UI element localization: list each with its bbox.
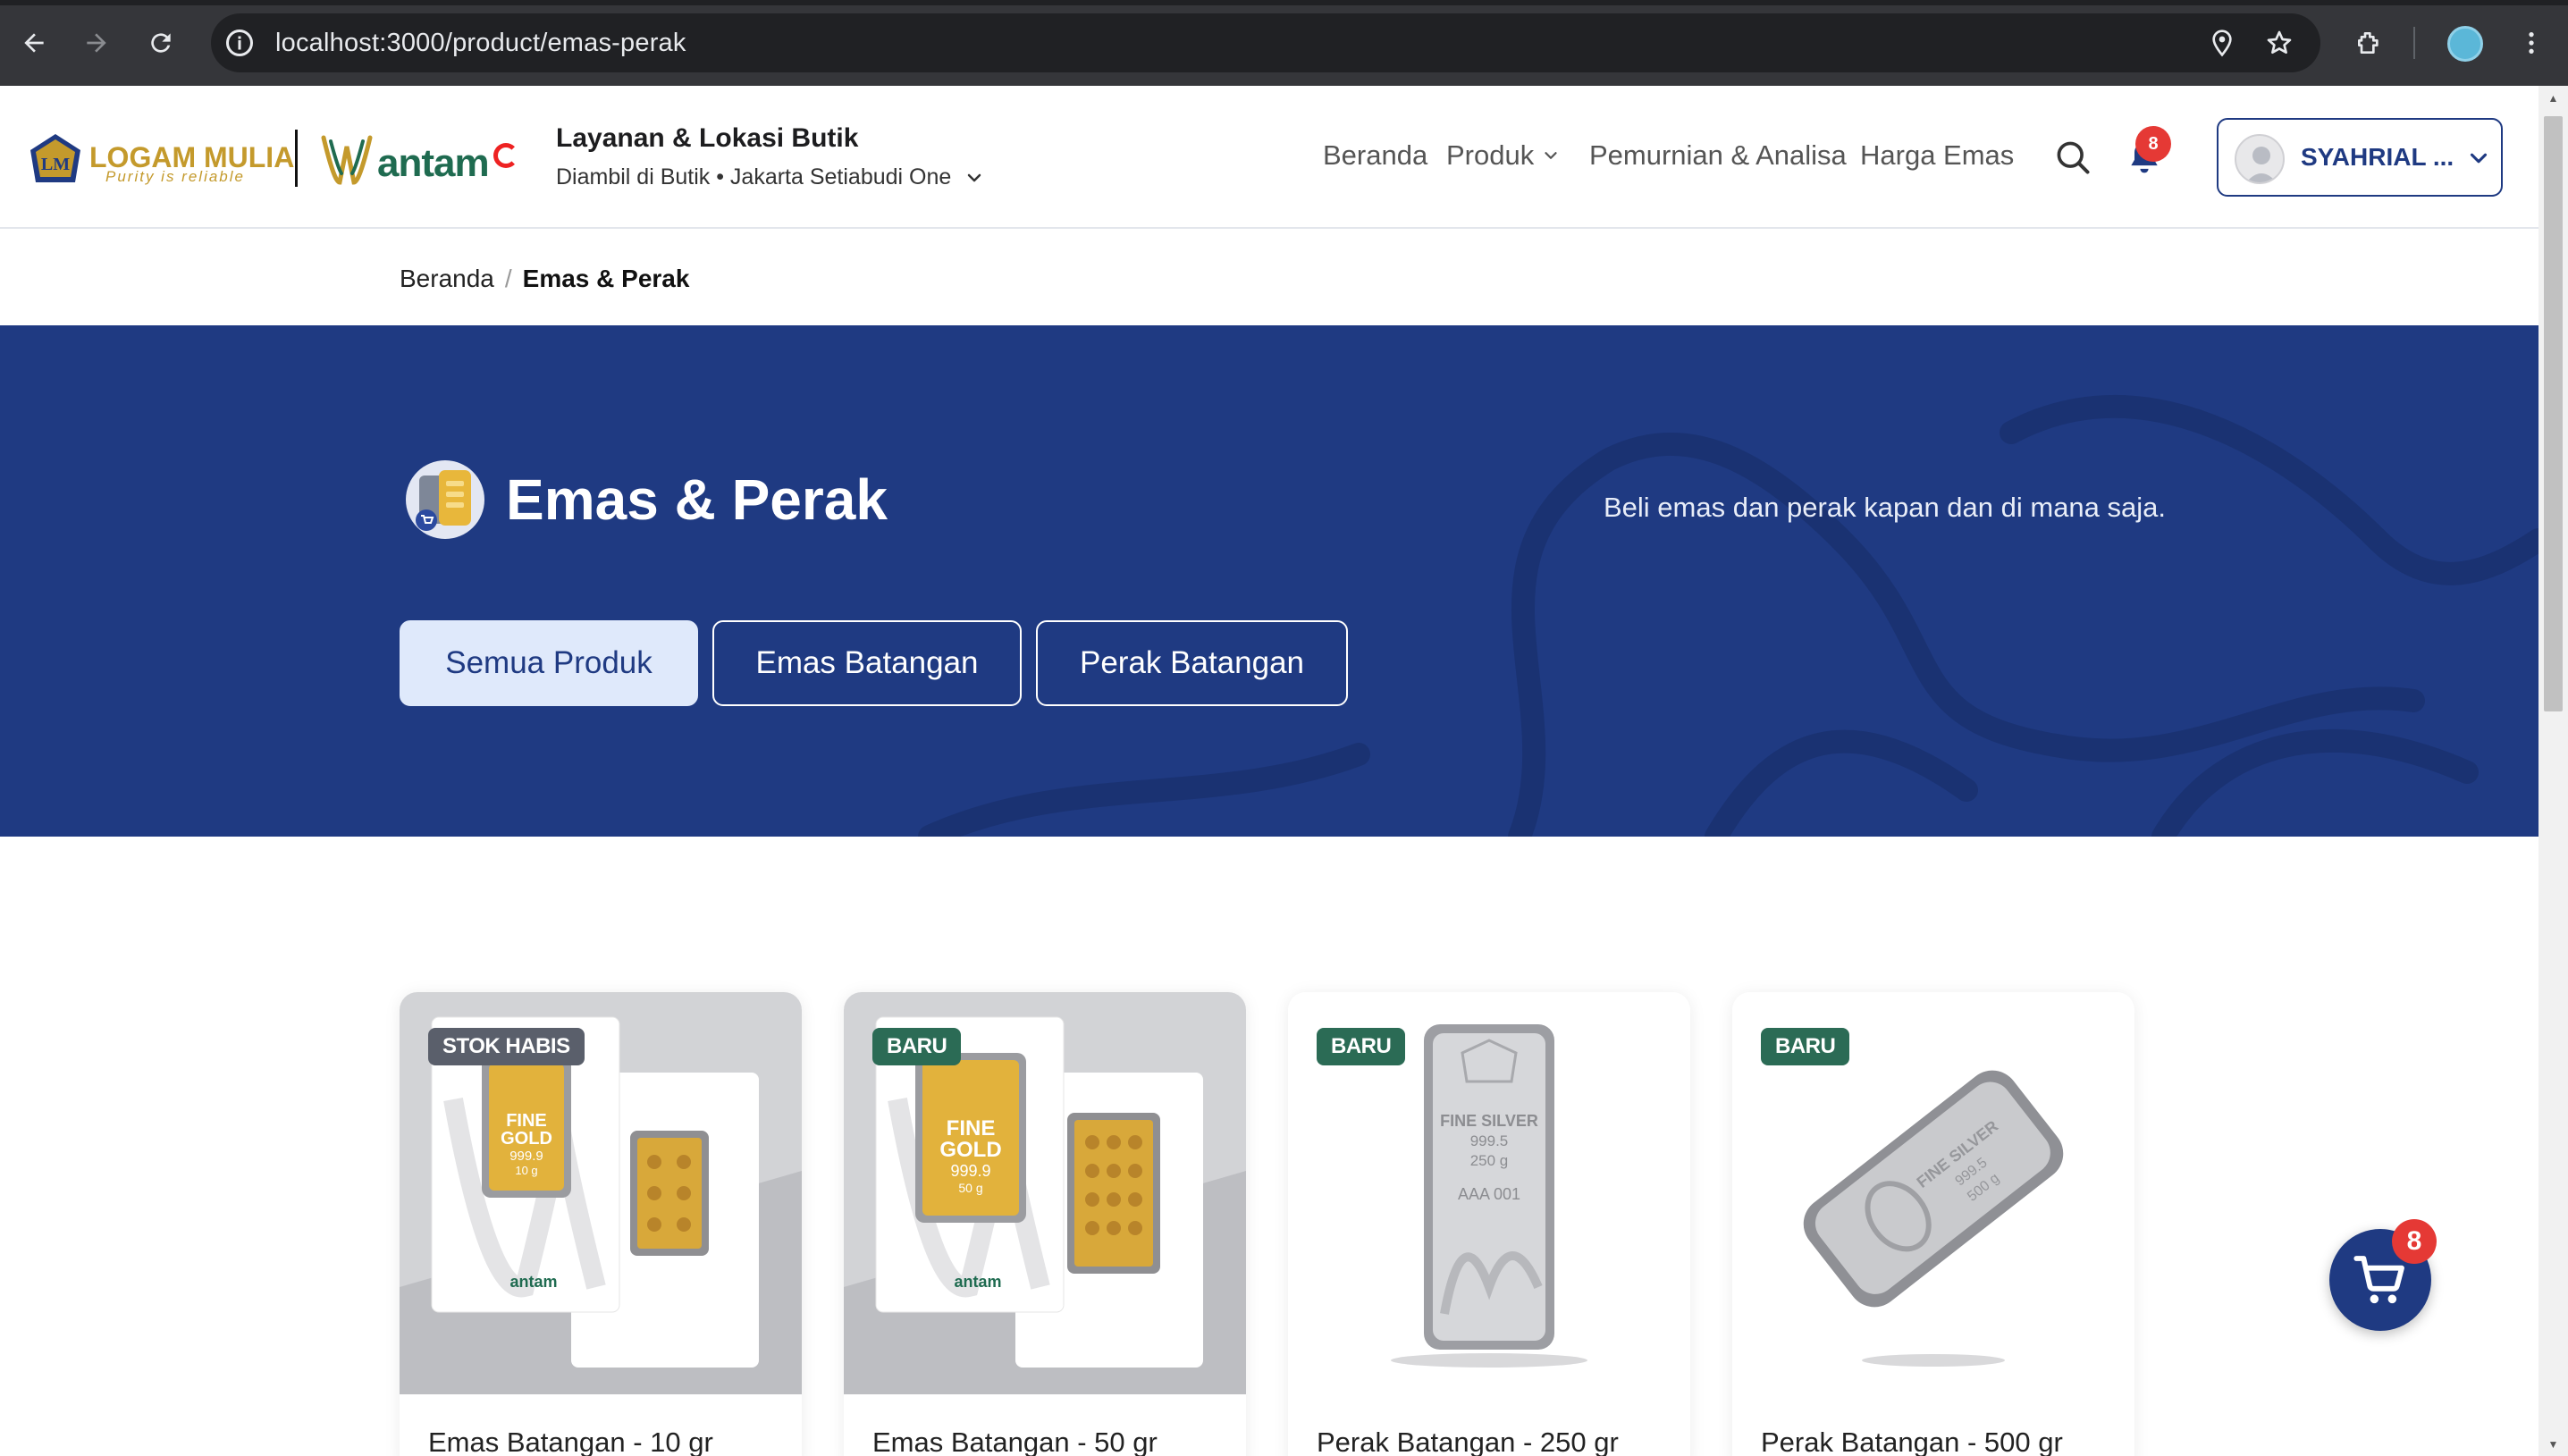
nav-beranda[interactable]: Beranda: [1323, 139, 1427, 172]
svg-text:999.5: 999.5: [1470, 1132, 1509, 1149]
cart-count-badge: 8: [2392, 1219, 2437, 1264]
avatar: [2235, 134, 2285, 184]
filter-semua-produk[interactable]: Semua Produk: [400, 620, 698, 706]
svg-text:GOLD: GOLD: [939, 1138, 1001, 1162]
product-name[interactable]: Perak Batangan - 250 gr: [1317, 1427, 1619, 1456]
more-vert-icon[interactable]: [2513, 25, 2549, 61]
tab-strip-edge: [0, 0, 2568, 5]
star-icon[interactable]: [2261, 25, 2297, 61]
filter-emas-batangan[interactable]: Emas Batangan: [712, 620, 1022, 706]
antam-ring-icon: [493, 143, 518, 168]
breadcrumb-current: Emas & Perak: [522, 265, 690, 292]
svg-text:999.9: 999.9: [950, 1162, 990, 1180]
svg-text:250 g: 250 g: [1470, 1152, 1509, 1169]
nav-harga-emas[interactable]: Harga Emas: [1860, 139, 2014, 172]
logam-mulia-logo[interactable]: LM: [29, 132, 82, 184]
product-card[interactable]: FINE GOLD 999.9 50 g antam BARU Emas Bat…: [844, 992, 1246, 1456]
scroll-down-icon[interactable]: ▼: [2544, 1435, 2563, 1453]
scrollbar-thumb[interactable]: [2544, 116, 2563, 711]
back-arrow-icon[interactable]: [16, 25, 52, 61]
breadcrumb-home[interactable]: Beranda: [400, 265, 494, 293]
product-name[interactable]: Emas Batangan - 10 gr: [428, 1427, 713, 1456]
logo-divider: [295, 130, 298, 187]
status-badge: BARU: [1761, 1028, 1850, 1065]
svg-text:antam: antam: [954, 1273, 1001, 1291]
chevron-down-icon: [968, 173, 981, 181]
nav-produk[interactable]: Produk: [1446, 139, 1561, 172]
svg-text:AAA 001: AAA 001: [1458, 1185, 1520, 1203]
search-icon[interactable]: [2050, 135, 2095, 180]
hero-banner: Emas & Perak Beli emas dan perak kapan d…: [0, 325, 2539, 837]
gold-bar-category-icon: [406, 460, 484, 539]
antam-wordmark: antam: [377, 141, 490, 185]
svg-text:FINE: FINE: [506, 1111, 547, 1131]
reload-icon[interactable]: [143, 25, 179, 61]
location-pin-icon[interactable]: [2204, 25, 2240, 61]
breadcrumb: Beranda / Emas & Perak: [400, 265, 689, 293]
filter-perak-batangan[interactable]: Perak Batangan: [1036, 620, 1348, 706]
product-card[interactable]: FINE SILVER 999.5 500 g BARU Perak Batan…: [1732, 992, 2134, 1456]
status-badge: BARU: [1317, 1028, 1406, 1065]
product-name[interactable]: Perak Batangan - 500 gr: [1761, 1427, 2063, 1456]
cart-icon: [2353, 1256, 2404, 1304]
scroll-up-icon[interactable]: ▲: [2544, 89, 2563, 107]
nav-produk-label: Produk: [1446, 139, 1535, 171]
toolbar-separator: [2413, 27, 2415, 59]
breadcrumb-separator: /: [504, 265, 512, 292]
site-info-icon[interactable]: [223, 27, 256, 59]
service-location-subtitle: Diambil di Butik • Jakarta Setiabudi One: [556, 164, 952, 189]
user-menu-button[interactable]: SYAHRIAL ...: [2217, 118, 2503, 197]
svg-text:10 g: 10 g: [515, 1164, 537, 1177]
product-name[interactable]: Emas Batangan - 50 gr: [872, 1427, 1158, 1456]
svg-text:GOLD: GOLD: [501, 1129, 552, 1149]
svg-text:FINE: FINE: [947, 1116, 996, 1140]
svg-text:999.9: 999.9: [509, 1149, 543, 1164]
svg-text:FINE SILVER: FINE SILVER: [1440, 1112, 1538, 1130]
antam-logo-mark: [321, 135, 373, 185]
profile-icon[interactable]: [2447, 26, 2483, 62]
url-text[interactable]: localhost:3000/product/emas-perak: [275, 27, 686, 59]
logam-mulia-tagline: Purity is reliable: [105, 168, 245, 185]
page-title: Emas & Perak: [506, 467, 888, 532]
hero-description: Beli emas dan perak kapan dan di mana sa…: [1604, 492, 2167, 523]
status-badge: STOK HABIS: [428, 1028, 585, 1065]
svg-text:LM: LM: [41, 155, 70, 174]
notification-badge: 8: [2135, 126, 2171, 162]
product-card[interactable]: FINE SILVER 999.5 250 g AAA 001 BARU Per…: [1288, 992, 1690, 1456]
nav-pemurnian[interactable]: Pemurnian & Analisa: [1589, 139, 1847, 172]
extensions-icon[interactable]: [2351, 25, 2387, 61]
hero-decoration: [918, 394, 2539, 837]
product-card[interactable]: FINE GOLD 999.9 10 g antam STOK HABIS Em…: [400, 992, 802, 1456]
svg-text:antam: antam: [509, 1273, 557, 1291]
forward-arrow-icon[interactable]: [79, 25, 114, 61]
service-location-selector[interactable]: Diambil di Butik • Jakarta Setiabudi One: [556, 164, 985, 190]
status-badge: BARU: [872, 1028, 962, 1065]
user-name: SYAHRIAL ...: [2301, 143, 2454, 171]
chevron-down-icon: [2470, 153, 2488, 164]
svg-text:50 g: 50 g: [958, 1181, 982, 1195]
service-location-title[interactable]: Layanan & Lokasi Butik: [556, 123, 858, 154]
chevron-down-icon: [1545, 152, 1557, 159]
